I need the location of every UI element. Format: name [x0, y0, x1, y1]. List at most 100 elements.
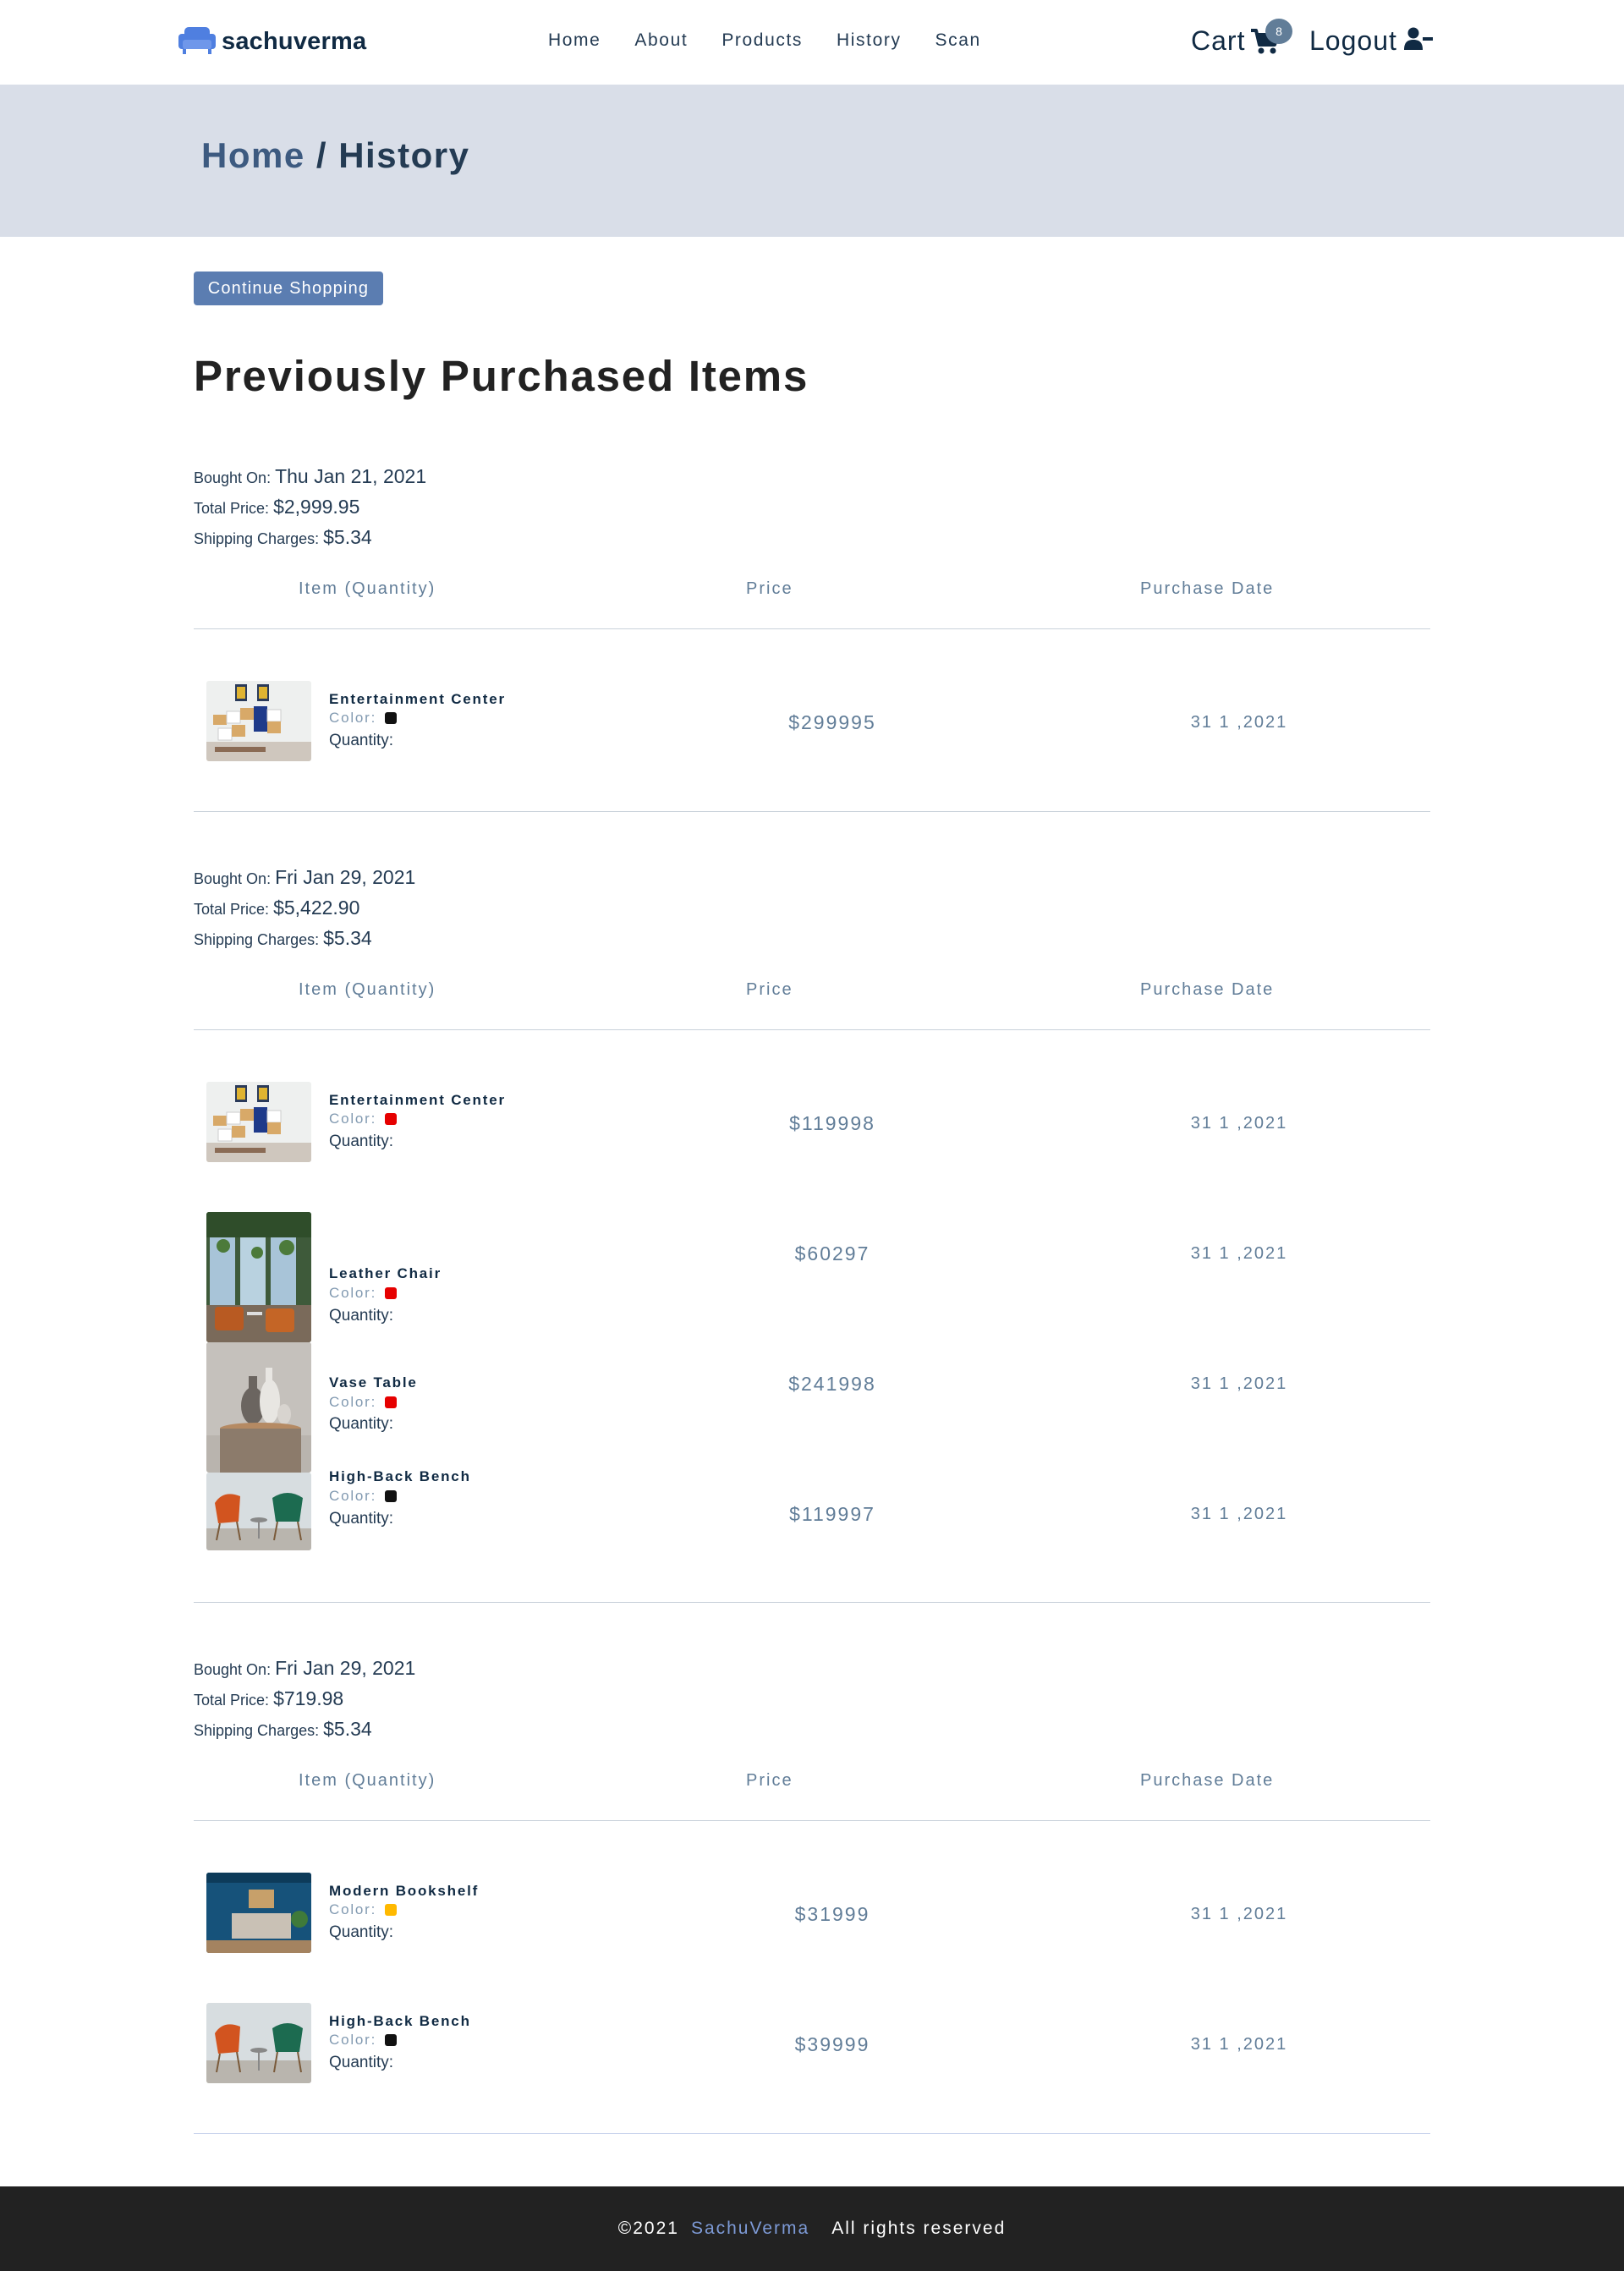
breadcrumb-current: History: [338, 135, 470, 175]
header-divider: [194, 1820, 1430, 1821]
item-quantity: Quantity:: [329, 1510, 394, 1528]
order-divider: [194, 1602, 1430, 1603]
item-price: $31999: [794, 1903, 870, 1925]
column-header-item: Item (Quantity): [299, 579, 436, 598]
navbar: sachuverma Home About Products History S…: [0, 0, 1624, 85]
item-quantity: Quantity:: [329, 1307, 394, 1325]
item-purchase-date: 31 1 ,2021: [1190, 1244, 1288, 1263]
item-color-label: Color:: [329, 1394, 377, 1410]
item-name: Leather Chair: [329, 1265, 442, 1281]
bought-on-label: Bought On:: [194, 870, 272, 887]
breadcrumb-separator: /: [304, 135, 339, 175]
column-header-price: Price: [746, 1771, 793, 1790]
order-shipping: Shipping Charges: $5.34: [194, 927, 372, 950]
cart-count-badge: 8: [1265, 19, 1292, 44]
main-nav: Home About Products History Scan: [548, 30, 981, 51]
shipping-label: Shipping Charges:: [194, 530, 320, 547]
item-color: Color:: [329, 2032, 398, 2049]
order-bought-on: Bought On: Fri Jan 29, 2021: [194, 866, 415, 889]
item-quantity: Quantity:: [329, 732, 394, 749]
breadcrumb: Home / History: [201, 135, 469, 176]
color-swatch: [385, 1904, 398, 1916]
breadcrumb-home-link[interactable]: Home: [201, 135, 305, 175]
leather-chair-image: [206, 1212, 311, 1342]
order-divider: [194, 2133, 1430, 2134]
bought-on-value: Thu Jan 21, 2021: [275, 465, 427, 487]
header-divider: [194, 628, 1430, 629]
total-price-label: Total Price:: [194, 1692, 270, 1709]
item-name: Modern Bookshelf: [329, 1883, 480, 1899]
color-swatch: [385, 1490, 398, 1502]
item-name: High-Back Bench: [329, 2013, 471, 2029]
item-price: $119997: [789, 1503, 875, 1525]
column-header-item: Item (Quantity): [299, 1771, 436, 1790]
item-name: Vase Table: [329, 1374, 418, 1391]
item-name: Entertainment Center: [329, 691, 506, 707]
nav-link-home[interactable]: Home: [548, 30, 601, 51]
order-bought-on: Bought On: Fri Jan 29, 2021: [194, 1657, 415, 1680]
page-title: Previously Purchased Items: [194, 352, 809, 400]
footer-rights: All rights reserved: [831, 2219, 1007, 2238]
nav-link-history[interactable]: History: [837, 30, 902, 51]
total-price-value: $5,422.90: [273, 897, 360, 919]
item-purchase-date: 31 1 ,2021: [1190, 1905, 1288, 1923]
item-quantity: Quantity:: [329, 1923, 394, 1941]
logout-button[interactable]: Logout: [1309, 25, 1433, 57]
nav-link-about[interactable]: About: [634, 30, 688, 51]
order-shipping: Shipping Charges: $5.34: [194, 1718, 372, 1741]
order-total-price: Total Price: $5,422.90: [194, 897, 359, 919]
total-price-label: Total Price:: [194, 901, 270, 918]
high-back-bench-image: [206, 1473, 311, 1550]
item-color: Color:: [329, 1285, 398, 1302]
total-price-label: Total Price:: [194, 500, 270, 517]
footer-brand-link[interactable]: SachuVerma: [691, 2219, 809, 2239]
header-divider: [194, 1029, 1430, 1030]
order-bought-on: Bought On: Thu Jan 21, 2021: [194, 465, 426, 488]
shipping-label: Shipping Charges:: [194, 1722, 320, 1739]
total-price-value: $2,999.95: [273, 496, 360, 518]
color-swatch: [385, 2034, 398, 2046]
bought-on-value: Fri Jan 29, 2021: [275, 1657, 416, 1679]
entertainment-center-image: [206, 681, 311, 761]
item-color: Color:: [329, 1394, 398, 1411]
nav-link-products[interactable]: Products: [721, 30, 803, 51]
bought-on-label: Bought On:: [194, 1661, 272, 1678]
nav-link-scan[interactable]: Scan: [935, 30, 981, 51]
logout-label: Logout: [1309, 25, 1397, 56]
column-header-date: Purchase Date: [1140, 1771, 1275, 1790]
item-quantity: Quantity:: [329, 2054, 394, 2071]
item-purchase-date: 31 1 ,2021: [1190, 2035, 1288, 2054]
item-price: $299995: [788, 711, 876, 733]
item-price: $60297: [794, 1242, 870, 1264]
column-header-item: Item (Quantity): [299, 980, 436, 999]
bought-on-value: Fri Jan 29, 2021: [275, 866, 416, 888]
vase-table-image: [206, 1342, 311, 1473]
order-total-price: Total Price: $719.98: [194, 1687, 343, 1710]
order-shipping: Shipping Charges: $5.34: [194, 526, 372, 549]
continue-shopping-button[interactable]: Continue Shopping: [194, 272, 383, 305]
sofa-icon: [178, 24, 217, 60]
column-header-date: Purchase Date: [1140, 980, 1275, 999]
entertainment-center-image: [206, 1082, 311, 1162]
item-purchase-date: 31 1 ,2021: [1190, 1505, 1288, 1523]
item-price: $119998: [789, 1112, 875, 1134]
item-color-label: Color:: [329, 1111, 377, 1127]
item-price: $241998: [788, 1373, 876, 1395]
cart-label: Cart: [1191, 25, 1246, 56]
color-swatch: [385, 712, 398, 724]
item-color: Color:: [329, 1111, 398, 1127]
bought-on-label: Bought On:: [194, 469, 272, 486]
shipping-value: $5.34: [323, 927, 372, 949]
order-total-price: Total Price: $2,999.95: [194, 496, 359, 518]
item-color: Color:: [329, 1488, 398, 1505]
footer: ©2021 SachuVerma All rights reserved: [0, 2186, 1624, 2271]
user-minus-icon: [1403, 27, 1433, 55]
total-price-value: $719.98: [273, 1687, 344, 1709]
modern-bookshelf-image: [206, 1873, 311, 1953]
item-color-label: Color:: [329, 1488, 377, 1504]
item-color-label: Color:: [329, 710, 377, 726]
brand-logo[interactable]: sachuverma: [178, 24, 366, 60]
item-purchase-date: 31 1 ,2021: [1190, 1114, 1288, 1133]
color-swatch: [385, 1113, 398, 1125]
page-hero: Home / History: [0, 85, 1624, 237]
